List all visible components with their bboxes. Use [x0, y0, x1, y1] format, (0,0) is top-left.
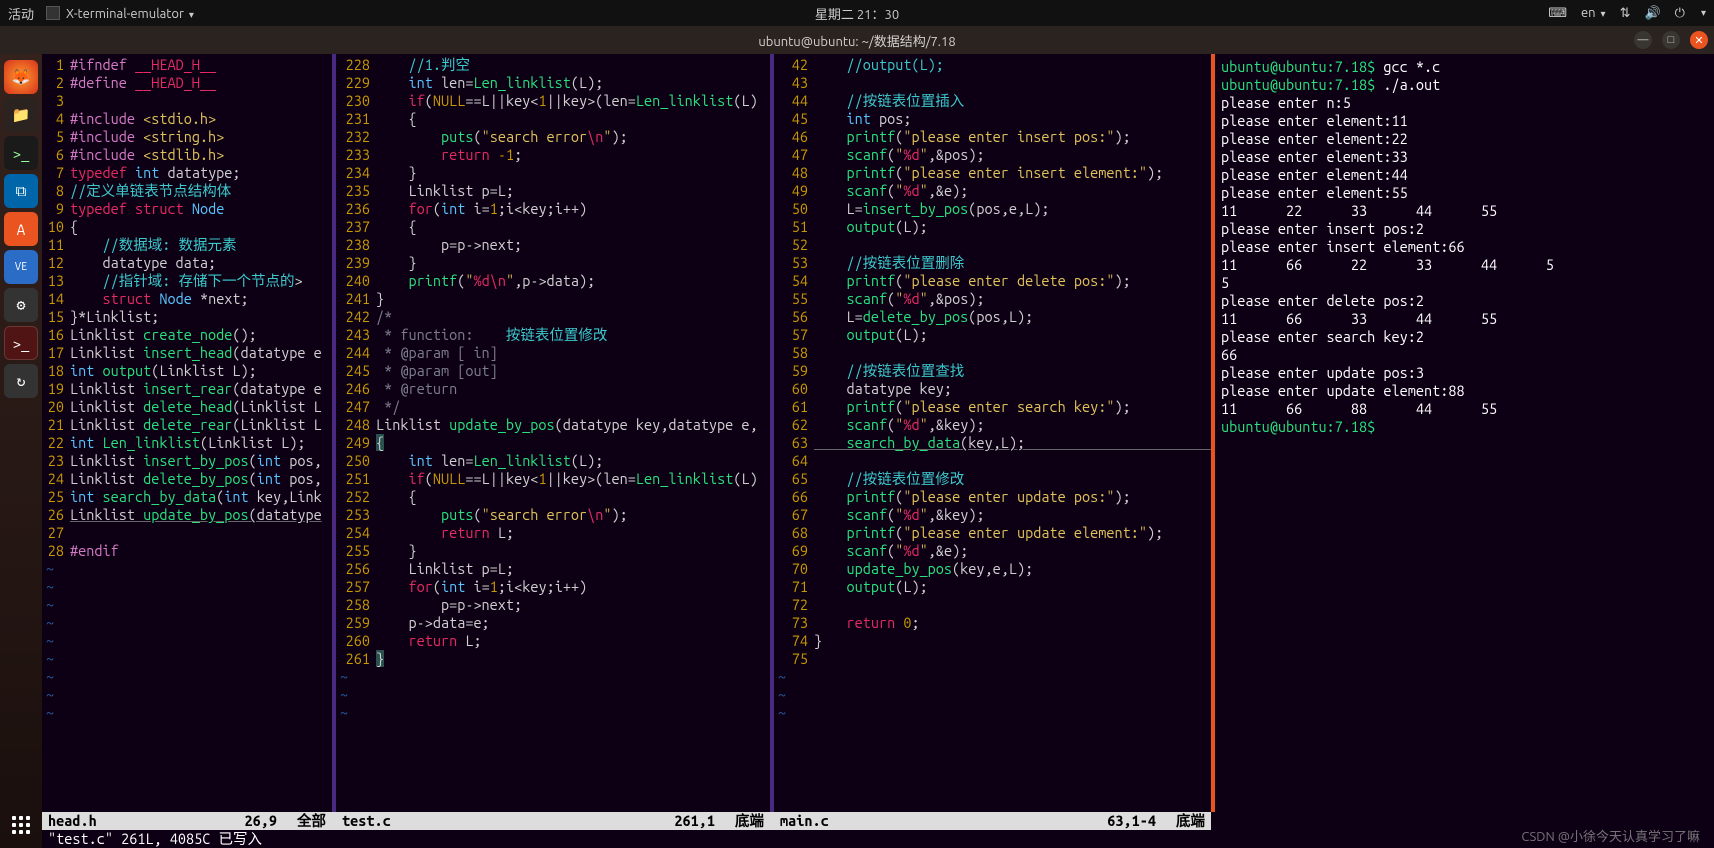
dock-settings[interactable]: ⚙ — [4, 288, 38, 322]
volume-icon[interactable]: 🔊 — [1644, 6, 1660, 21]
activities-button[interactable]: 活动 — [8, 4, 34, 23]
dock-software[interactable]: A — [4, 212, 38, 246]
terminal-output[interactable]: ubuntu@ubuntu:7.18$ gcc *.cubuntu@ubuntu… — [1215, 54, 1560, 812]
vim-pane-1[interactable]: 1#ifndef __HEAD_H__2#define __HEAD_H__34… — [42, 54, 332, 812]
show-applications[interactable] — [4, 808, 38, 842]
dock-terminal-active[interactable]: >_ — [4, 326, 38, 360]
watermark: CSDN @小徐今天认真学习了嘛 — [1521, 828, 1700, 846]
clock[interactable]: 星期二 21：30 — [815, 4, 899, 23]
dock-vscode[interactable]: ⧉ — [4, 174, 38, 208]
close-button[interactable]: ✕ — [1690, 31, 1708, 49]
dock-firefox[interactable]: 🦊 — [4, 60, 38, 94]
network-icon[interactable]: ⇅ — [1620, 6, 1631, 21]
maximize-button[interactable]: □ — [1662, 31, 1680, 49]
window-titlebar: ubuntu@ubuntu: ~/数据结构/7.18 — □ ✕ — [0, 26, 1714, 54]
dock-terminal[interactable]: >_ — [4, 136, 38, 170]
power-icon[interactable]: ⏻ — [1675, 6, 1685, 21]
language-indicator[interactable]: en ▾ — [1581, 6, 1606, 20]
terminal-window: 1#ifndef __HEAD_H__2#define __HEAD_H__34… — [42, 54, 1714, 848]
minimize-button[interactable]: — — [1634, 31, 1652, 49]
app-menu[interactable]: X-terminal-emulator ▾ — [46, 6, 194, 21]
vim-pane-3[interactable]: 42 //output(L);4344 //按链表位置插入45 int pos;… — [774, 54, 1211, 812]
statusline-1: head.h26,9全部 — [42, 812, 332, 830]
window-title: ubuntu@ubuntu: ~/数据结构/7.18 — [758, 31, 955, 50]
dock: 🦊 📁 >_ ⧉ A VE ⚙ >_ ↻ — [0, 54, 42, 848]
statusline-3: main.c63,1-4底端 — [774, 812, 1211, 830]
statusline-2: test.c261,1底端 — [336, 812, 770, 830]
vim-message: "test.c" 261L, 4085C 已写入 — [42, 830, 1714, 848]
vim-pane-2[interactable]: 228 //1.判空229 int len=Len_linklist(L);23… — [336, 54, 770, 812]
dock-files[interactable]: 📁 — [4, 98, 38, 132]
dock-updater[interactable]: ↻ — [4, 364, 38, 398]
dock-vmware[interactable]: VE — [4, 250, 38, 284]
gnome-topbar: 活动 X-terminal-emulator ▾ 星期二 21：30 ⌨ en … — [0, 0, 1714, 26]
keyboard-icon[interactable]: ⌨ — [1548, 6, 1567, 21]
